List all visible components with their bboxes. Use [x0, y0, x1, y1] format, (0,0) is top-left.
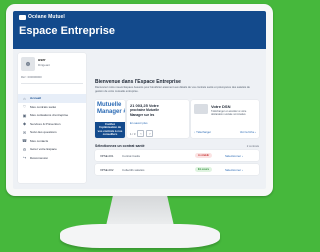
sidebar-item-label: Suivi des questions: [30, 130, 57, 135]
sidebar-item-contacts[interactable]: ☎ Mes contacts: [18, 137, 86, 146]
select-label: Sélectionner: [225, 168, 242, 172]
chevron-right-icon: ›: [254, 130, 256, 134]
sidebar-item-label: Mes contacts: [30, 138, 49, 143]
sidebar-item-questions[interactable]: ✉ Suivi des questions: [18, 128, 86, 137]
status-badge: En cours: [195, 167, 213, 172]
screen: Océane Mutuel Espace Entreprise ☻ user D…: [13, 11, 266, 189]
welcome-title: Bienvenue dans l'Espace Entreprise: [95, 79, 181, 85]
download-label: Télécharger: [196, 130, 212, 134]
sidebar-item-label: Déconnexion: [30, 155, 49, 160]
user-card[interactable]: ☻ user Dirigeant: [21, 57, 83, 75]
promo-heading-line1: Mutuelle: [97, 102, 122, 108]
view-sheet-link[interactable]: Voir la fiche ›: [240, 130, 256, 134]
section-title: Sélectionnez un contrat santé: [95, 144, 145, 148]
welcome-text: Découvrez notre nouvel Espace Assurés po…: [95, 86, 250, 93]
select-label: Sélectionner: [225, 154, 242, 158]
wallet-icon: ▣: [22, 112, 27, 118]
sidebar-item-cotisations[interactable]: ▣ Mes cotisations d'entreprise: [18, 111, 86, 120]
view-sheet-label: Voir la fiche: [239, 130, 255, 134]
sidebar-item-label: Mes cotisations d'entreprise: [30, 113, 69, 118]
contract-name: Contrat Cadre: [122, 154, 141, 158]
sidebar-item-deconnexion[interactable]: ↪ Déconnexion: [18, 154, 86, 163]
sidebar: ☻ user Dirigeant Réf : 000000000 ⌂ Accue…: [18, 53, 86, 183]
user-reference: Réf : 000000000: [21, 75, 42, 79]
brand-name: Océane Mutuel: [28, 14, 65, 20]
news-line-2: Manager sur les: [130, 113, 155, 117]
sidebar-item-label: Gérer votre Espace: [30, 147, 57, 152]
gear-icon: ⚙: [22, 146, 27, 152]
hero-banner: Océane Mutuel Espace Entreprise: [13, 11, 266, 49]
promo-heading-line2: Manager #4: [97, 108, 125, 115]
user-name: user: [38, 58, 46, 62]
home-icon: ⌂: [23, 95, 26, 101]
logout-icon: ↪: [22, 155, 27, 161]
chevron-right-icon: ›: [242, 154, 244, 158]
news-pager: 1 / 3 ‹ ›: [130, 130, 154, 137]
shield-icon: ◆: [22, 121, 27, 127]
news-card: 21 003,25 Votre prochaine Mutuelle Manag…: [127, 100, 189, 138]
divider: [21, 83, 83, 84]
dsn-actions: ↓ Télécharger Voir la fiche ›: [194, 130, 256, 134]
sidebar-item-label: Accueil: [30, 96, 42, 101]
phone-icon: ☎: [22, 138, 27, 144]
sidebar-item-label: Services & Prévention: [30, 121, 61, 126]
heart-icon: ♡: [22, 104, 27, 110]
brand-mark-icon: [19, 14, 26, 20]
document-icon: [194, 104, 208, 114]
page-title: Espace Entreprise: [19, 25, 115, 37]
chevron-left-icon: ‹: [140, 131, 142, 136]
news-line-1: prochaine Mutuelle: [130, 108, 160, 112]
user-role: Dirigeant: [38, 63, 51, 67]
chevron-right-icon: ›: [242, 168, 244, 172]
chevron-right-icon: ›: [149, 131, 151, 136]
sidebar-item-services[interactable]: ◆ Services & Prévention: [18, 120, 86, 129]
promo-body: Confiez l'optimisation de vos contrats à…: [95, 122, 125, 138]
contract-name: Collectifs salariés: [122, 168, 145, 172]
chat-icon: ✉: [22, 129, 27, 135]
dsn-card: Votre DSN Télécharger et accéder à votre…: [191, 100, 259, 138]
status-badge: A rétablir: [195, 153, 213, 158]
contract-id: XPSE-001: [100, 154, 114, 158]
dsn-text: Télécharger et accéder à votre déclarati…: [211, 110, 247, 117]
table-row[interactable]: XPSE-001 Contrat Cadre A rétablir Sélect…: [95, 150, 259, 161]
brand-logo[interactable]: Océane Mutuel: [19, 14, 65, 20]
monitor-stand-base: [60, 224, 220, 248]
monitor-stand-neck: [106, 196, 174, 226]
sidebar-item-accueil[interactable]: ⌂ Accueil: [18, 94, 86, 103]
contract-id: XPSE-002: [100, 168, 114, 172]
download-link[interactable]: ↓ Télécharger: [194, 130, 211, 134]
monitor: Océane Mutuel Espace Entreprise ☻ user D…: [6, 4, 273, 196]
promo-card[interactable]: Mutuelle Manager #4 Confiez l'optimisati…: [95, 100, 125, 138]
table-row[interactable]: XPSE-002 Collectifs salariés En cours Sé…: [95, 164, 259, 175]
promo-heading: Mutuelle Manager #4: [95, 100, 125, 122]
news-more-link[interactable]: En savoir plus: [130, 121, 148, 125]
section-count: 2 contrats: [246, 144, 259, 148]
dsn-title: Votre DSN: [211, 104, 231, 109]
user-icon: ☻: [21, 57, 35, 71]
sidebar-item-contrats[interactable]: ♡ Mes contrats santé: [18, 103, 86, 112]
pager-next-button[interactable]: ›: [146, 130, 154, 137]
select-contract-link[interactable]: Sélectionner›: [225, 154, 243, 158]
sidebar-nav: ⌂ Accueil ♡ Mes contrats santé ▣ Mes cot…: [18, 94, 86, 162]
main-content: Bienvenue dans l'Espace Entreprise Décou…: [91, 53, 263, 187]
sidebar-item-label: Mes contrats santé: [30, 104, 57, 109]
pager-prev-button[interactable]: ‹: [137, 130, 145, 137]
select-contract-link[interactable]: Sélectionner›: [225, 168, 243, 172]
sidebar-item-espace[interactable]: ⚙ Gérer votre Espace: [18, 145, 86, 154]
pager-count: 1 / 3: [130, 131, 136, 136]
